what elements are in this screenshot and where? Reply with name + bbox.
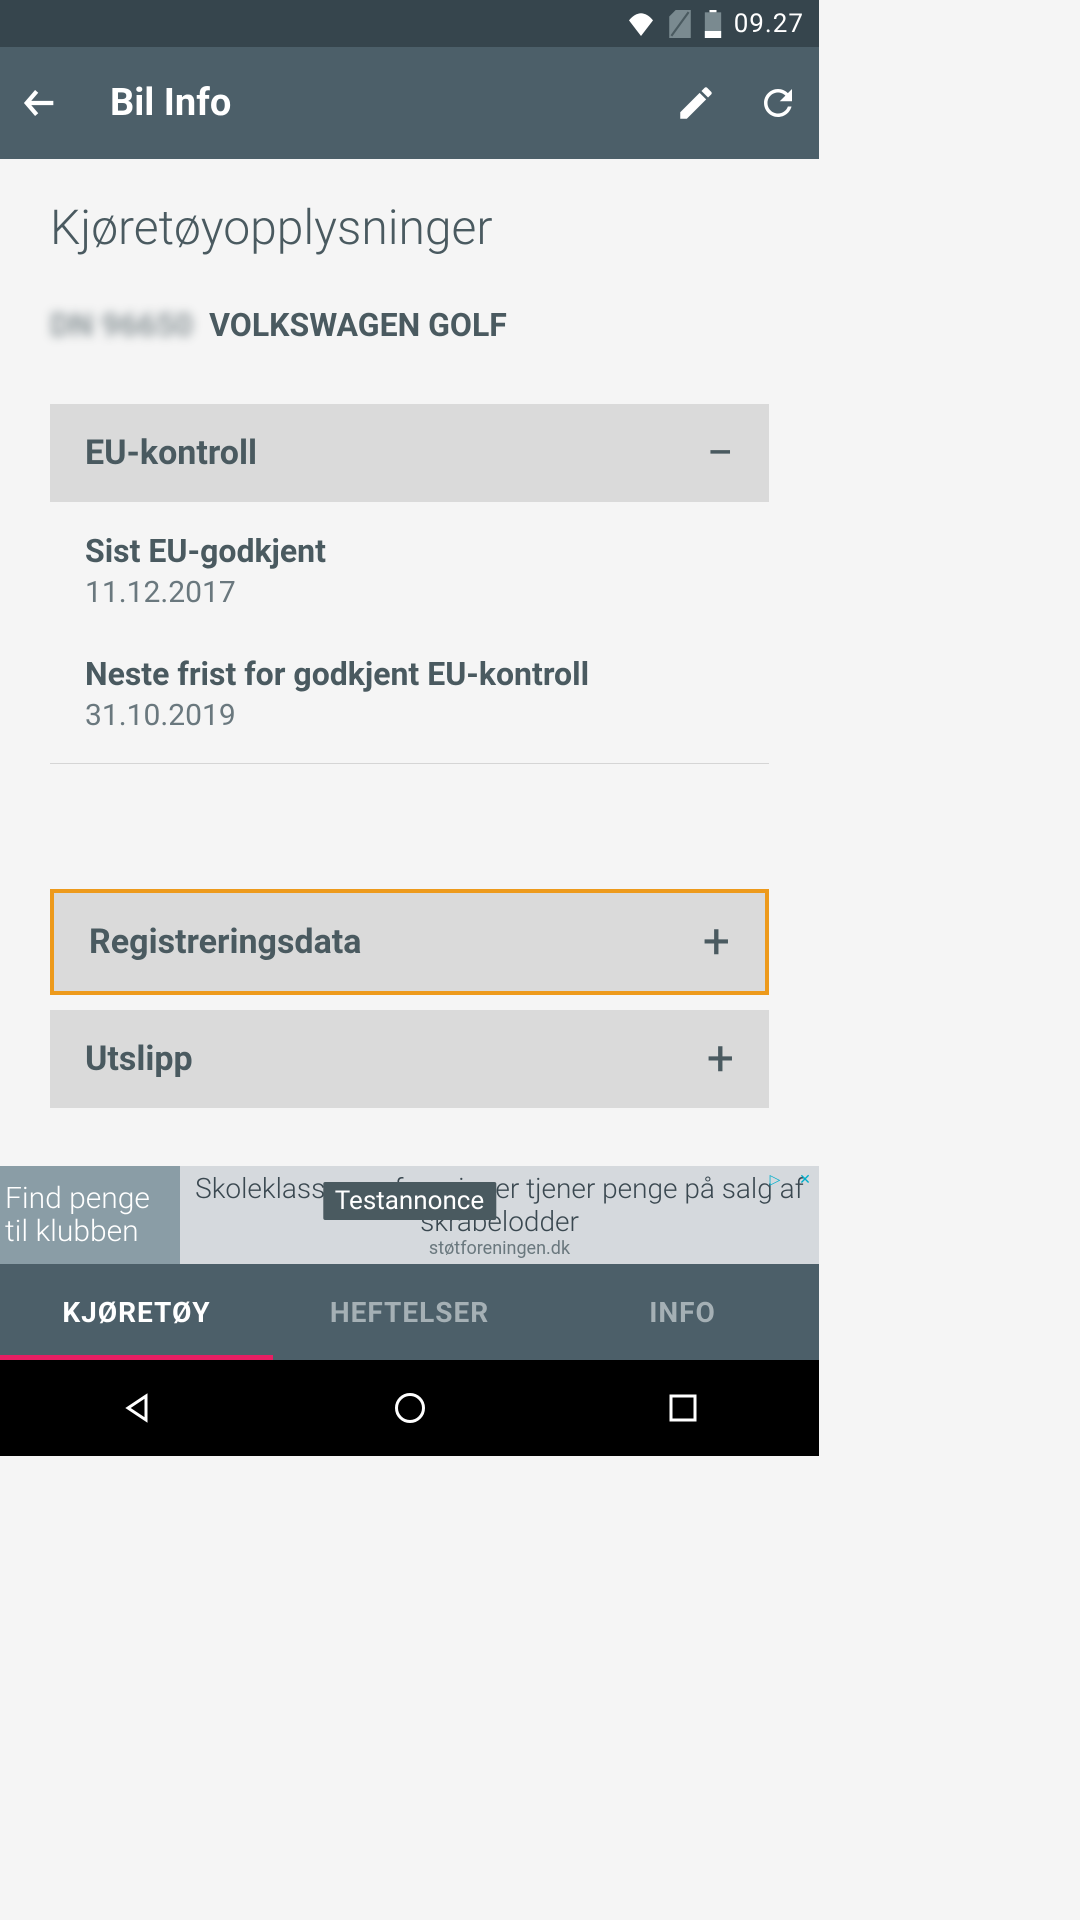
ad-main-text: Skoleklasser og foreninger tjener penge … xyxy=(180,1172,819,1238)
tab-info[interactable]: INFO xyxy=(546,1264,819,1360)
accordion-header-eu-kontroll[interactable]: EU-kontroll − xyxy=(50,404,769,502)
bottom-tabs: KJØRETØY HEFTELSER INFO xyxy=(0,1264,819,1360)
accordion-title-eu-kontroll: EU-kontroll xyxy=(85,433,257,473)
accordion-header-registreringsdata[interactable]: Registreringsdata + xyxy=(54,893,765,991)
sim-icon xyxy=(668,10,692,38)
accordion-utslipp: Utslipp + xyxy=(50,1010,769,1108)
ad-controls: ▷ ✕ xyxy=(761,1166,819,1194)
plus-icon: + xyxy=(703,918,730,966)
ad-banner[interactable]: Find penge til klubben Skoleklasser og f… xyxy=(0,1166,819,1264)
wifi-icon xyxy=(626,12,656,36)
ad-left-text: Find penge til klubben xyxy=(0,1182,180,1248)
ad-close-icon[interactable]: ✕ xyxy=(791,1166,819,1194)
spacer xyxy=(50,779,769,889)
vehicle-prefix: DN 96650 xyxy=(50,306,193,344)
accordion-title-utslipp: Utslipp xyxy=(85,1039,193,1079)
accordion-header-utslipp[interactable]: Utslipp + xyxy=(50,1010,769,1108)
info-value: 31.10.2019 xyxy=(85,698,734,733)
ad-center: Skoleklasser og foreninger tjener penge … xyxy=(180,1172,819,1259)
status-icons: 09.27 xyxy=(626,9,804,39)
info-label: Neste frist for godkjent EU-kontroll xyxy=(85,655,734,693)
ad-sub-text: støtforeningen.dk xyxy=(180,1238,819,1259)
status-time: 09.27 xyxy=(734,9,804,39)
app-bar: Bil Info xyxy=(0,47,819,159)
app-title: Bil Info xyxy=(110,81,675,125)
info-row: Neste frist for godkjent EU-kontroll 31.… xyxy=(85,655,734,733)
ad-label: Testannonce xyxy=(323,1182,496,1220)
accordion-registreringsdata: Registreringsdata + xyxy=(50,889,769,995)
nav-back-icon[interactable] xyxy=(119,1390,155,1426)
battery-icon xyxy=(704,10,722,38)
tab-kjoretoy[interactable]: KJØRETØY xyxy=(0,1264,273,1360)
appbar-actions xyxy=(675,82,799,124)
nav-recent-icon[interactable] xyxy=(665,1390,701,1426)
accordion-body-eu-kontroll: Sist EU-godkjent 11.12.2017 Neste frist … xyxy=(50,502,769,764)
info-row: Sist EU-godkjent 11.12.2017 xyxy=(85,532,734,610)
tab-indicator xyxy=(0,1355,273,1360)
nav-bar xyxy=(0,1360,819,1456)
vehicle-name: DN 96650 VOLKSWAGEN GOLF xyxy=(50,306,769,344)
nav-home-icon[interactable] xyxy=(392,1390,428,1426)
info-label: Sist EU-godkjent xyxy=(85,532,734,570)
refresh-icon[interactable] xyxy=(757,82,799,124)
status-bar: 09.27 xyxy=(0,0,819,47)
vehicle-model: VOLKSWAGEN GOLF xyxy=(209,306,507,344)
edit-icon[interactable] xyxy=(675,82,717,124)
page-title: Kjøretøyopplysninger xyxy=(50,199,769,256)
back-icon[interactable] xyxy=(20,83,60,123)
accordion-title-registreringsdata: Registreringsdata xyxy=(89,922,361,962)
info-value: 11.12.2017 xyxy=(85,575,734,610)
minus-icon: − xyxy=(707,429,734,477)
ad-info-icon[interactable]: ▷ xyxy=(761,1166,789,1194)
accordion-eu-kontroll: EU-kontroll − Sist EU-godkjent 11.12.201… xyxy=(50,404,769,764)
plus-icon: + xyxy=(707,1035,734,1083)
tab-heftelser[interactable]: HEFTELSER xyxy=(273,1264,546,1360)
content-area: Kjøretøyopplysninger DN 96650 VOLKSWAGEN… xyxy=(0,159,819,1166)
